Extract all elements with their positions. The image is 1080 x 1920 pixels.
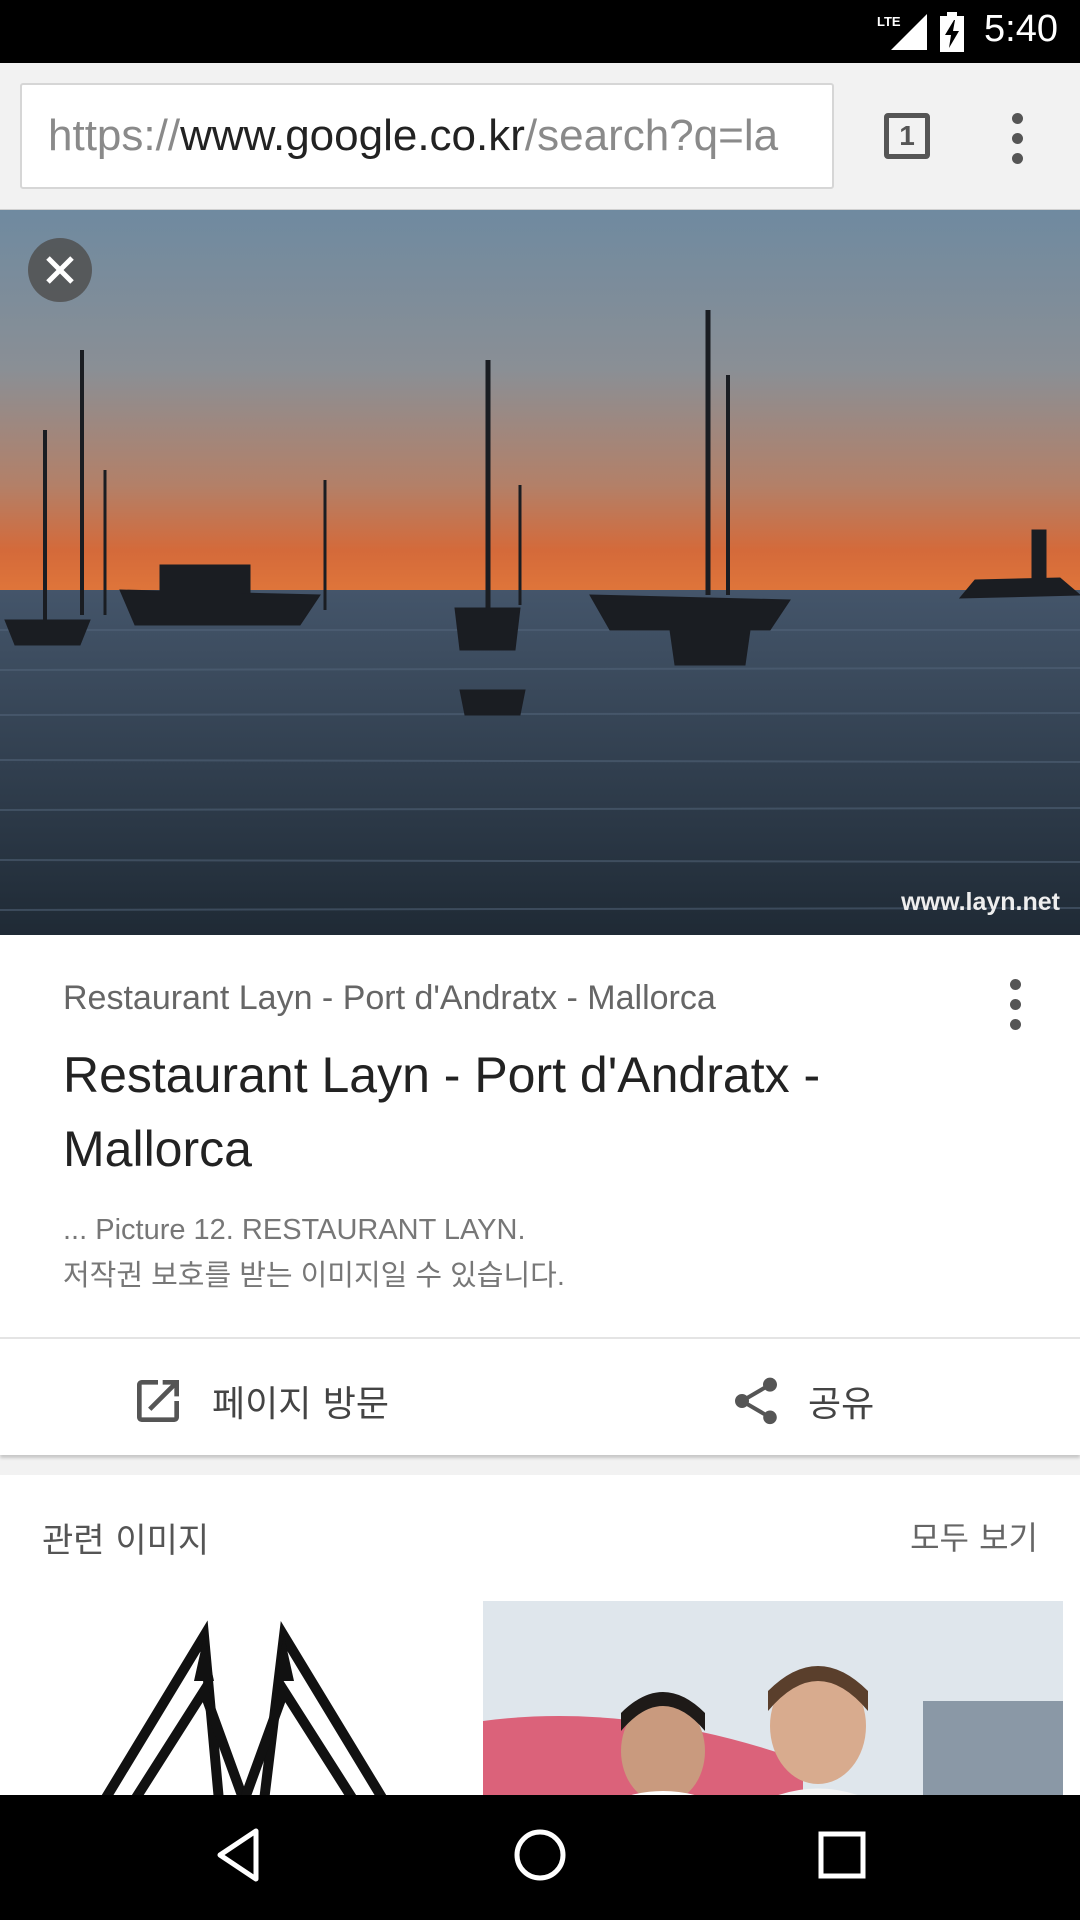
battery-charging-icon — [938, 12, 966, 56]
preview-image[interactable]: www.layn.net — [0, 210, 1080, 935]
image-watermark: www.layn.net — [901, 888, 1060, 916]
related-images-title: 관련 이미지 — [42, 1521, 210, 1561]
clock: 5:40 — [984, 8, 1058, 50]
share-label: 공유 — [808, 1384, 875, 1425]
visit-page-label: 페이지 방문 — [212, 1384, 390, 1425]
open-in-new-icon — [137, 1380, 179, 1422]
divider — [0, 1337, 1080, 1339]
related-images-section: 관련 이미지 모두 보기 — [0, 1475, 1080, 1795]
network-type-label: LTE — [877, 14, 901, 29]
status-bar: LTE 5:40 — [0, 0, 1080, 63]
system-navigation-bar — [0, 1795, 1080, 1920]
result-snippet: ... Picture 12. RESTAURANT LAYN. 저작권 보호를… — [63, 1207, 565, 1299]
browser-toolbar: https://www.google.co.kr/search?q=la 1 — [0, 63, 1080, 210]
back-icon[interactable] — [210, 1825, 270, 1885]
related-image-thumbnail[interactable] — [483, 1601, 1063, 1795]
share-button[interactable]: 공유 — [728, 1365, 928, 1435]
url-bar[interactable]: https://www.google.co.kr/search?q=la — [20, 83, 834, 189]
view-all-link[interactable]: 모두 보기 — [910, 1513, 1038, 1559]
visit-page-button[interactable]: 페이지 방문 — [130, 1365, 430, 1435]
logo-thumbnail-graphic — [101, 1620, 387, 1795]
copyright-note: 저작권 보호를 받는 이미지일 수 있습니다. — [63, 1260, 565, 1292]
recent-apps-icon[interactable] — [812, 1825, 872, 1885]
more-options-icon[interactable] — [1000, 975, 1032, 1035]
source-site: Restaurant Layn - Port d'Andratx - Mallo… — [63, 979, 716, 1017]
share-icon — [735, 1377, 777, 1425]
home-icon[interactable] — [510, 1825, 570, 1885]
snippet-text: ... Picture 12. RESTAURANT LAYN. — [63, 1214, 526, 1246]
result-title[interactable]: Restaurant Layn - Port d'Andratx - Mallo… — [63, 1038, 963, 1186]
lte-signal-icon: LTE — [877, 12, 929, 56]
people-thumbnail-graphic — [483, 1601, 1063, 1795]
tab-count: 1 — [899, 120, 915, 151]
tab-switcher-button[interactable]: 1 — [884, 113, 930, 159]
image-info-card: Restaurant Layn - Port d'Andratx - Mallo… — [0, 935, 1080, 1455]
url-path: /search?q=la — [524, 111, 779, 160]
related-image-thumbnail[interactable] — [14, 1601, 476, 1795]
sunset-harbor-photo — [0, 210, 1080, 935]
close-icon[interactable] — [28, 238, 92, 302]
url-scheme: https:// — [48, 111, 181, 160]
url-host: www.google.co.kr — [180, 111, 525, 160]
browser-menu-icon[interactable] — [1000, 113, 1036, 164]
